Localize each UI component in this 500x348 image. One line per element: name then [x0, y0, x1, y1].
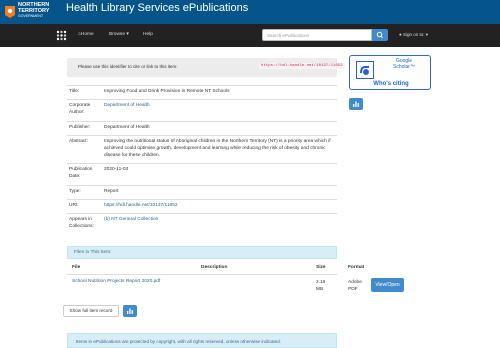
search-placeholder: Search ePublications [267, 33, 310, 38]
metadata-label: Corporate Author: [69, 103, 91, 115]
file-size-value: 2.16 [316, 280, 326, 285]
nav-home[interactable]: ⌂Home [78, 32, 94, 38]
nav-help-label: Help [143, 32, 153, 37]
files-panel-title: Files in This Item: [74, 250, 112, 255]
google-scholar-icon [356, 61, 374, 79]
caret-down-icon: ▾ [126, 32, 129, 37]
show-full-record-button[interactable]: Show full item record [63, 305, 119, 317]
search-icon [376, 31, 383, 38]
files-header-file: File [72, 265, 81, 270]
files-table: File Description Size Format School Nutr… [67, 262, 364, 298]
logo-text: NORTHERN TERRITORY GOVERNMENT [18, 2, 49, 18]
item-statistics-button[interactable] [123, 305, 137, 317]
file-size-unit: MB [316, 287, 324, 292]
dspace-logo-icon[interactable] [56, 30, 67, 41]
file-size: 2.16 MB [316, 279, 325, 293]
metadata-value-link[interactable]: https://hdl.handle.net/10137/11652 [104, 202, 334, 209]
user-icon: ● [399, 32, 402, 37]
search-button[interactable] [372, 29, 388, 41]
nav-browse-label: Browse [109, 32, 125, 37]
nav-home-label: Home [80, 32, 94, 37]
metadata-row-publisher: Publisher: Department of Health [67, 121, 337, 136]
files-header-size: Size [316, 265, 326, 270]
search-input[interactable]: Search ePublications [262, 29, 372, 41]
metadata-label: Abstract: [69, 139, 88, 144]
metadata-label: Publication Date: [69, 167, 93, 179]
metadata-value-link[interactable]: Department of Health [104, 102, 334, 109]
statistics-button[interactable] [349, 98, 363, 110]
metadata-label: URI: [69, 203, 79, 208]
metadata-value: 2020-11-03 [104, 167, 129, 172]
google-scholar-box[interactable]: Google Scholar™ Who's citing [349, 55, 431, 90]
metadata-value: Improving the nutritional status of Abor… [104, 139, 331, 158]
caret-down-icon: ▾ [425, 32, 429, 37]
file-format: Adobe PDF [348, 279, 362, 293]
identifier-label: Please use this identifier to cite or li… [78, 64, 178, 69]
metadata-label: Publisher: [69, 125, 91, 130]
bar-chart-icon [353, 101, 359, 107]
view-open-button[interactable]: View/Open [371, 278, 404, 292]
copyright-text: Items in ePublications are protected by … [76, 339, 282, 344]
nav-browse[interactable]: Browse ▾ [109, 32, 129, 38]
sign-on-menu[interactable]: ● Sign on to: ▾ [399, 32, 428, 38]
metadata-value: Improving Food and Drink Provision in Re… [104, 89, 230, 94]
metadata-value: Department of Health [104, 125, 150, 130]
top-navbar: ⌂Home Browse ▾ Help ● Sign on to: ▾ [0, 24, 500, 47]
site-title[interactable]: Health Library Services ePublications [66, 2, 248, 15]
metadata-row-author: Corporate Author: Department of Health [67, 99, 337, 122]
file-format-line1: Adobe [348, 280, 362, 285]
site-header: NORTHERN TERRITORY GOVERNMENT Health Lib… [0, 0, 500, 24]
metadata-row-abstract: Abstract: Improving the nutritional stat… [67, 135, 337, 164]
copyright-notice: Items in ePublications are protected by … [67, 333, 337, 348]
metadata-label: Type: [69, 189, 81, 194]
identifier-box: Please use this identifier to cite or li… [67, 58, 345, 77]
logo-line-3: GOVERNMENT [18, 14, 44, 18]
file-format-line2: PDF [348, 287, 358, 292]
metadata-row-type: Type: Report [67, 185, 337, 200]
table-row: School Nutrition Projects Report 2020.pd… [67, 274, 362, 292]
sign-on-label: Sign on to: [402, 32, 425, 37]
metadata-label: Title: [69, 89, 80, 94]
files-panel-heading: Files in This Item: [67, 246, 337, 259]
metadata-value: Report [104, 189, 119, 194]
metadata-row-uri: URI: https://hdl.handle.net/10137/11652 [67, 199, 337, 214]
metadata-row-collections: Appears in Collections: (b) NT General C… [67, 213, 337, 236]
files-header-format: Format [348, 265, 365, 270]
whos-citing-label: Who's citing [373, 81, 409, 87]
identifier-url[interactable]: https://hdl.handle.net/10137/11652 [259, 63, 345, 69]
file-link[interactable]: School Nutrition Projects Report 2020.pd… [72, 279, 160, 284]
google-scholar-text: Google Scholar™ [384, 58, 424, 70]
metadata-label: Appears in Collections: [69, 217, 94, 229]
files-header-description: Description [201, 265, 228, 270]
google-scholar-line2: Scholar™ [393, 64, 415, 70]
nav-help[interactable]: Help [143, 32, 153, 38]
metadata-row-title: Title: Improving Food and Drink Provisio… [67, 85, 337, 100]
nt-government-logo-icon[interactable] [3, 2, 17, 20]
bar-chart-icon [127, 308, 133, 314]
metadata-row-date: Publication Date: 2020-11-03 [67, 163, 337, 186]
metadata-value-link[interactable]: (b) NT General Collection [104, 216, 334, 223]
